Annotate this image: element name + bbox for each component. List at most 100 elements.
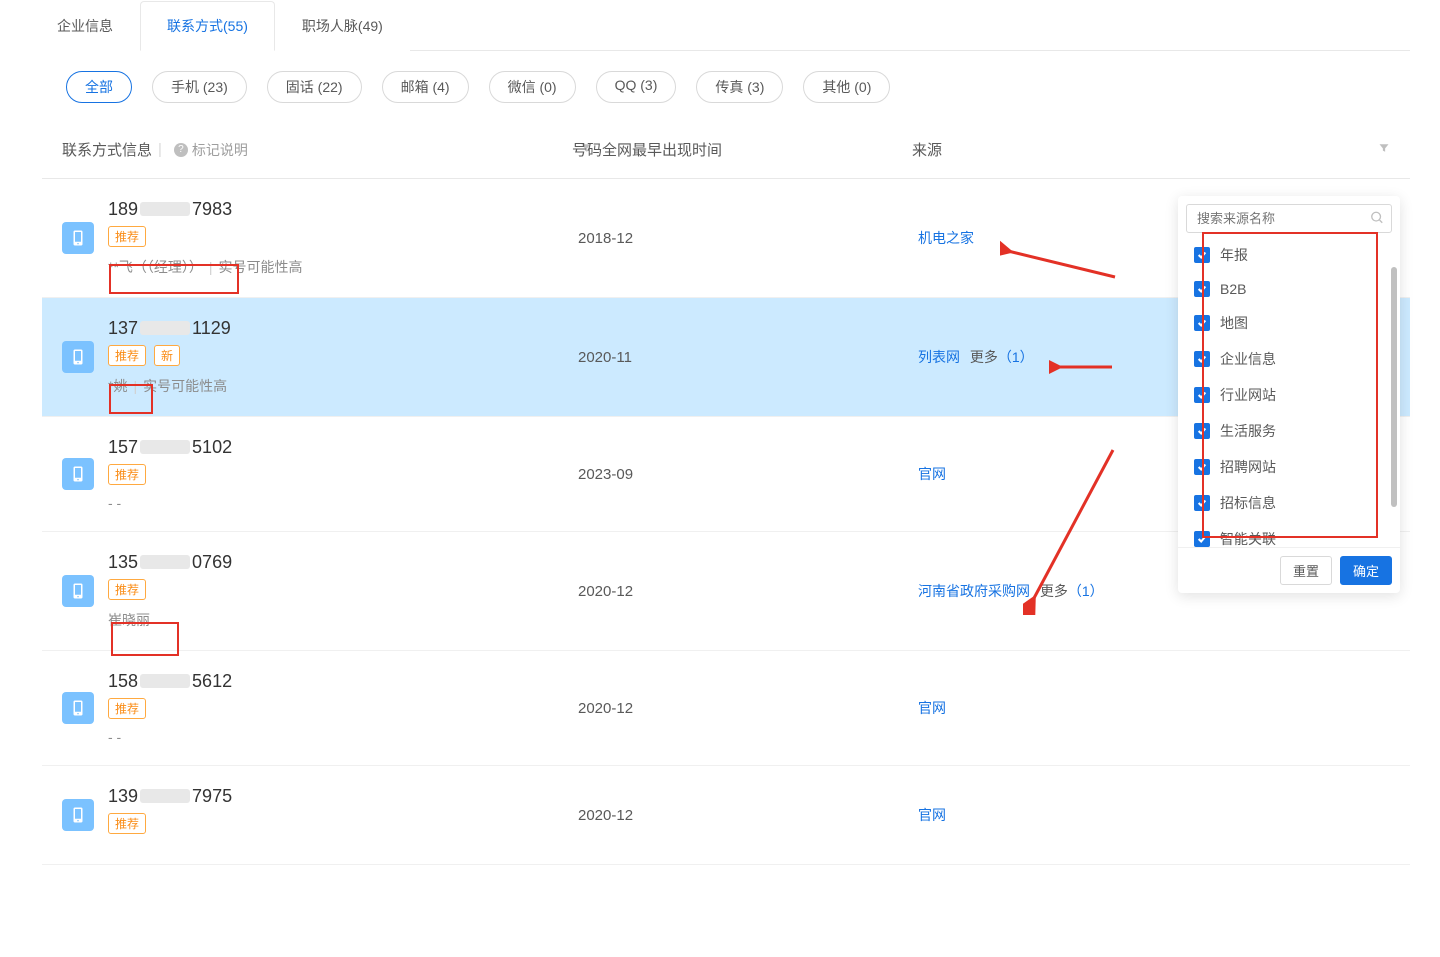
badge: 推荐 xyxy=(108,345,146,366)
filter-option-label: 企业信息 xyxy=(1220,349,1276,369)
filter-option-label: 行业网站 xyxy=(1220,385,1276,405)
row-info: 1350769 推荐崔晓丽 xyxy=(108,552,578,630)
phone-number: 1585612 xyxy=(108,671,578,692)
contact-meta: - - xyxy=(108,729,578,745)
checkbox-icon xyxy=(1194,247,1210,263)
row-date: 2020-12 xyxy=(578,700,918,717)
badge: 推荐 xyxy=(108,579,146,600)
filter-option-label: 生活服务 xyxy=(1220,421,1276,441)
checkbox-icon xyxy=(1194,459,1210,475)
phone-number: 1397975 xyxy=(108,786,578,807)
source-link[interactable]: 列表网 xyxy=(918,349,960,365)
checkbox-icon xyxy=(1194,387,1210,403)
pill-other[interactable]: 其他 (0) xyxy=(803,71,890,103)
source-filter-dropdown: 年报 B2B 地图企业信息行业网站生活服务招聘网站招标信息智能关联 重置 确定 xyxy=(1178,196,1400,593)
row-date: 2020-12 xyxy=(578,583,918,600)
row-source: 官网 xyxy=(918,698,1390,718)
help-icon[interactable]: ? xyxy=(174,143,188,157)
checkbox-icon xyxy=(1194,281,1210,297)
table-header: 联系方式信息 | ? 标记说明 号码全网最早出现时间 来源 xyxy=(42,121,1410,179)
filter-option[interactable]: 地图 xyxy=(1178,305,1400,341)
phone-number: 1371129 xyxy=(108,318,578,339)
filter-option-label: 地图 xyxy=(1220,313,1248,333)
contact-meta: - - xyxy=(108,495,578,511)
more-link[interactable]: 更多（1） xyxy=(970,349,1034,365)
row-date: 2023-09 xyxy=(578,466,918,483)
tab-network[interactable]: 职场人脉(49) xyxy=(275,1,410,51)
header-source: 来源 xyxy=(912,139,1360,160)
checkbox-icon xyxy=(1194,531,1210,547)
dropdown-scrollbar[interactable] xyxy=(1391,267,1397,507)
row-info: 1585612 推荐 - - xyxy=(108,671,578,745)
badge: 推荐 xyxy=(108,226,146,247)
row-info: 1897983 推荐 **飞（（经理））|实号可能性高 xyxy=(108,199,578,277)
filter-option-label: B2B xyxy=(1220,281,1246,297)
row-date: 2020-12 xyxy=(578,807,918,824)
badge: 新 xyxy=(154,345,180,366)
filter-pills: 全部 手机 (23) 固话 (22) 邮箱 (4) 微信 (0) QQ (3) … xyxy=(30,51,1410,121)
pill-wechat[interactable]: 微信 (0) xyxy=(489,71,576,103)
filter-option[interactable]: 智能关联 xyxy=(1178,521,1400,557)
filter-option[interactable]: 生活服务 xyxy=(1178,413,1400,449)
filter-option[interactable]: 企业信息 xyxy=(1178,341,1400,377)
phone-number: 1350769 xyxy=(108,552,578,573)
header-info: 联系方式信息 xyxy=(62,139,152,160)
row-info: 1397975 推荐 xyxy=(108,786,578,844)
phone-icon xyxy=(62,692,94,724)
source-search-input[interactable] xyxy=(1186,204,1392,233)
phone-number: 1897983 xyxy=(108,199,578,220)
filter-option-label: 年报 xyxy=(1220,245,1248,265)
row-info: 1575102 推荐 - - xyxy=(108,437,578,511)
source-link[interactable]: 河南省政府采购网 xyxy=(918,583,1030,599)
table-row[interactable]: 1585612 推荐 - -2020-12官网 xyxy=(42,651,1410,766)
filter-option-label: 智能关联 xyxy=(1220,529,1276,549)
contact-meta: 崔晓丽 xyxy=(108,610,578,630)
pill-qq[interactable]: QQ (3) xyxy=(596,71,677,103)
more-link[interactable]: 更多（1） xyxy=(1040,583,1104,599)
badge: 推荐 xyxy=(108,464,146,485)
tab-contact[interactable]: 联系方式(55) xyxy=(140,1,275,51)
checkbox-icon xyxy=(1194,351,1210,367)
phone-icon xyxy=(62,222,94,254)
phone-icon xyxy=(62,341,94,373)
row-info: 1371129 推荐新 *姚|实号可能性高 xyxy=(108,318,578,396)
search-icon xyxy=(1370,210,1384,227)
header-date: 号码全网最早出现时间 xyxy=(572,139,912,160)
table-row[interactable]: 1397975 推荐 2020-12官网 xyxy=(42,766,1410,865)
row-source: 官网 xyxy=(918,805,1390,825)
confirm-button[interactable]: 确定 xyxy=(1340,556,1392,585)
source-link[interactable]: 官网 xyxy=(918,700,946,716)
phone-icon xyxy=(62,575,94,607)
pill-fax[interactable]: 传真 (3) xyxy=(696,71,783,103)
source-link[interactable]: 机电之家 xyxy=(918,230,974,246)
phone-number: 1575102 xyxy=(108,437,578,458)
filter-option[interactable]: B2B xyxy=(1178,273,1400,305)
filter-option[interactable]: 行业网站 xyxy=(1178,377,1400,413)
badge: 推荐 xyxy=(108,813,146,834)
phone-icon xyxy=(62,799,94,831)
filter-option[interactable]: 年报 xyxy=(1178,237,1400,273)
pill-all[interactable]: 全部 xyxy=(66,71,132,103)
pill-landline[interactable]: 固话 (22) xyxy=(267,71,362,103)
filter-option-label: 招标信息 xyxy=(1220,493,1276,513)
source-link[interactable]: 官网 xyxy=(918,466,946,482)
source-link[interactable]: 官网 xyxy=(918,807,946,823)
main-tabs: 企业信息 联系方式(55) 职场人脉(49) xyxy=(30,0,1410,51)
reset-button[interactable]: 重置 xyxy=(1280,556,1332,585)
row-date: 2020-11 xyxy=(578,349,918,366)
badge: 推荐 xyxy=(108,698,146,719)
tab-enterprise[interactable]: 企业信息 xyxy=(30,1,140,51)
checkbox-icon xyxy=(1194,315,1210,331)
checkbox-icon xyxy=(1194,423,1210,439)
pill-email[interactable]: 邮箱 (4) xyxy=(382,71,469,103)
pill-mobile[interactable]: 手机 (23) xyxy=(152,71,247,103)
row-date: 2018-12 xyxy=(578,230,918,247)
source-filter-icon[interactable] xyxy=(1378,141,1390,153)
contact-meta: **飞（（经理））|实号可能性高 xyxy=(108,257,578,277)
filter-option[interactable]: 招聘网站 xyxy=(1178,449,1400,485)
contact-meta: *姚|实号可能性高 xyxy=(108,376,578,396)
filter-option-label: 招聘网站 xyxy=(1220,457,1276,477)
filter-option[interactable]: 招标信息 xyxy=(1178,485,1400,521)
header-help: 标记说明 xyxy=(192,140,248,160)
checkbox-icon xyxy=(1194,495,1210,511)
